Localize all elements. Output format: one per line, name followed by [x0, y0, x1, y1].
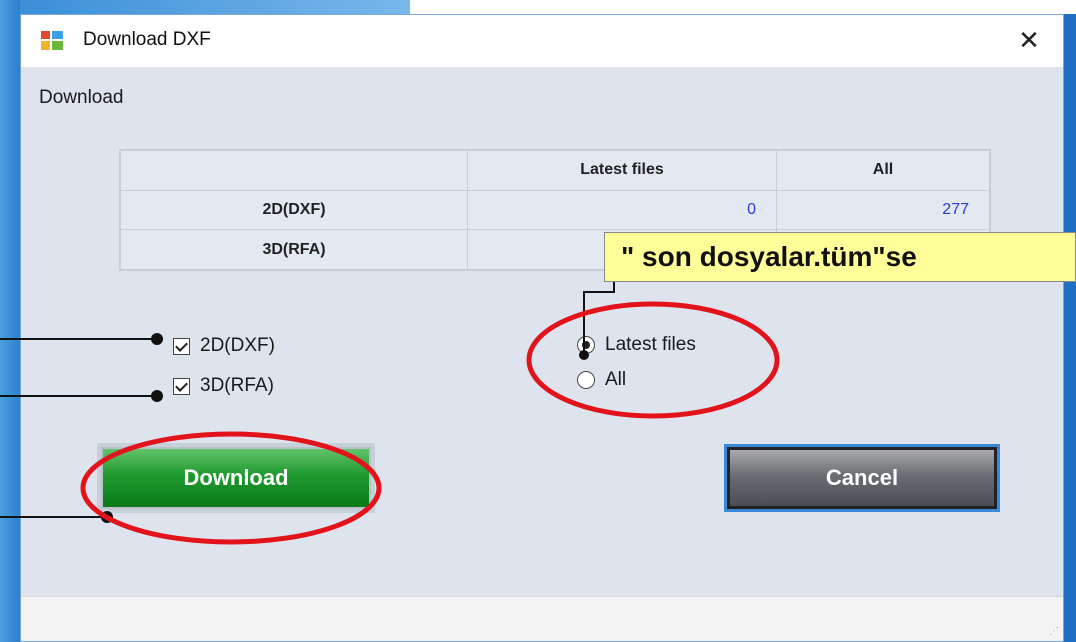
callout-box: " son dosyalar.tüm"se: [604, 232, 1076, 282]
grid-row-label: 2D(DXF): [120, 189, 468, 231]
radio-all-label: All: [605, 369, 627, 390]
grid-header-all: All: [776, 150, 990, 191]
checkbox-3d-rfa[interactable]: 3D(RFA): [173, 373, 274, 399]
resize-grip-icon[interactable]: ⋰: [1049, 626, 1059, 637]
grid-row: 2D(DXF) 0 277: [120, 189, 990, 231]
radio-latest-files[interactable]: Latest files: [577, 332, 696, 358]
checkbox-2d-label: 2D(DXF): [200, 335, 275, 356]
cancel-button[interactable]: Cancel: [724, 444, 1000, 512]
title-bar[interactable]: Download DXF ✕: [21, 15, 1063, 67]
section-label: Download: [39, 87, 124, 108]
radio-latest-label: Latest files: [605, 334, 696, 355]
desktop-wallpaper-strip: [20, 0, 410, 14]
download-button[interactable]: Download: [97, 443, 375, 513]
grid-header-latest: Latest files: [467, 150, 777, 191]
app-icon: [41, 31, 63, 51]
window-title: Download DXF: [83, 29, 211, 50]
radio-all-button[interactable]: [577, 371, 595, 389]
checkbox-2d-dxf[interactable]: 2D(DXF): [173, 333, 275, 359]
radio-all[interactable]: All: [577, 367, 626, 393]
checkbox-3d-box[interactable]: [173, 377, 190, 395]
radio-latest-button[interactable]: [577, 336, 595, 354]
grid-cell-all: 277: [776, 189, 990, 231]
grid-header-empty: [120, 150, 468, 191]
status-bar: ⋰: [21, 596, 1063, 641]
grid-cell-latest: 0: [467, 189, 777, 231]
close-button[interactable]: ✕: [1013, 23, 1045, 57]
grid-row-label: 3D(RFA): [120, 229, 468, 270]
desktop-background: [0, 0, 20, 642]
checkbox-3d-label: 3D(RFA): [200, 375, 274, 396]
download-dxf-dialog: Download DXF ✕ Download Latest files All…: [20, 14, 1064, 642]
grid-header-row: Latest files All: [120, 150, 990, 191]
desktop-top-area: [20, 0, 1076, 14]
checkbox-2d-box[interactable]: [173, 337, 190, 355]
